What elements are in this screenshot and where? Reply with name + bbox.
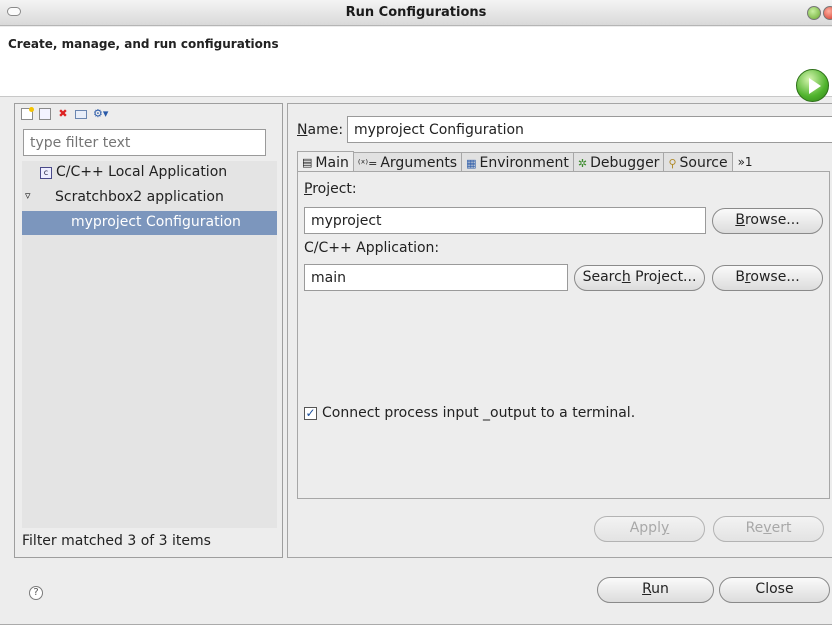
tab-label: Debugger [590, 155, 660, 171]
terminal-checkbox-label: Connect process input _output to a termi… [322, 405, 636, 421]
project-input[interactable] [304, 207, 706, 234]
apply-button[interactable]: Apply [594, 516, 705, 542]
tab-label: Environment [479, 155, 569, 171]
tab-debugger[interactable]: ✲ Debugger [572, 152, 665, 172]
application-label: C/C++ Application: [304, 240, 440, 256]
tab-main[interactable]: ▤ Main [297, 151, 354, 172]
application-input[interactable] [304, 264, 568, 291]
configurations-toolbar: ✖ ⚙▾ [21, 106, 108, 122]
configuration-tree: c C/C++ Local Application ▿ Scratchbox2 … [22, 161, 277, 528]
search-project-button[interactable]: Search Project... [574, 265, 705, 291]
arguments-icon: ⁽ˣ⁾= [357, 156, 378, 170]
configuration-editor: Name: ▤ Main ⁽ˣ⁾= Arguments ▦ Environmen… [287, 103, 832, 558]
revert-button[interactable]: Revert [713, 516, 824, 542]
close-window-button[interactable] [823, 6, 832, 20]
tab-environment[interactable]: ▦ Environment [461, 152, 574, 172]
source-icon: ⚲ [668, 156, 677, 170]
filter-menu-icon[interactable]: ⚙▾ [93, 108, 108, 120]
run-icon [796, 69, 829, 102]
browse-project-button[interactable]: Browse... [712, 208, 823, 234]
banner-subtitle: Create, manage, and run configurations [8, 37, 279, 51]
minimize-button[interactable] [807, 6, 821, 20]
tree-item-myproject-configuration[interactable]: myproject Configuration [22, 211, 277, 235]
main-tab-panel: Project: Browse... C/C++ Application: Se… [297, 171, 830, 499]
project-label: Project: [304, 181, 357, 197]
tab-label: Source [679, 155, 728, 171]
more-tabs-button[interactable]: »1 [732, 152, 753, 172]
new-configuration-icon[interactable] [21, 107, 34, 120]
environment-icon: ▦ [466, 156, 477, 170]
expand-triangle-icon[interactable]: ▿ [25, 189, 31, 202]
tab-label: Arguments [380, 155, 458, 171]
tab-bar: ▤ Main ⁽ˣ⁾= Arguments ▦ Environment ✲ De… [297, 151, 753, 172]
name-label: Name: [297, 122, 344, 138]
filter-status: Filter matched 3 of 3 items [22, 533, 211, 549]
tab-arguments[interactable]: ⁽ˣ⁾= Arguments [352, 152, 463, 172]
tree-item-cpp-local-application[interactable]: c C/C++ Local Application [22, 161, 277, 185]
tree-item-scratchbox2-application[interactable]: ▿ Scratchbox2 application [22, 186, 277, 210]
title-bar: Run Configurations [0, 0, 832, 26]
run-button[interactable]: Run [597, 577, 714, 603]
debugger-icon: ✲ [577, 156, 588, 170]
help-icon[interactable]: ? [29, 586, 43, 600]
configurations-pane: ✖ ⚙▾ c C/C++ Local Application ▿ Scratch… [14, 103, 283, 558]
name-input[interactable] [347, 116, 832, 143]
tree-item-label: Scratchbox2 application [55, 189, 224, 205]
browse-application-button[interactable]: Browse... [712, 265, 823, 291]
tree-item-label: myproject Configuration [71, 214, 241, 230]
c-app-icon: c [40, 167, 52, 179]
tab-source[interactable]: ⚲ Source [663, 152, 733, 172]
window-title: Run Configurations [345, 5, 487, 20]
tab-label: Main [315, 154, 349, 171]
filter-input[interactable] [23, 129, 266, 156]
duplicate-configuration-icon[interactable] [39, 108, 51, 120]
collapse-all-icon[interactable] [75, 109, 87, 119]
terminal-checkbox[interactable]: ✓ [304, 407, 317, 420]
tree-item-label: C/C++ Local Application [56, 164, 228, 180]
header-banner: Create, manage, and run configurations [0, 27, 832, 102]
main-tab-icon: ▤ [302, 156, 313, 169]
close-button[interactable]: Close [719, 577, 830, 603]
delete-configuration-icon[interactable]: ✖ [57, 108, 69, 120]
